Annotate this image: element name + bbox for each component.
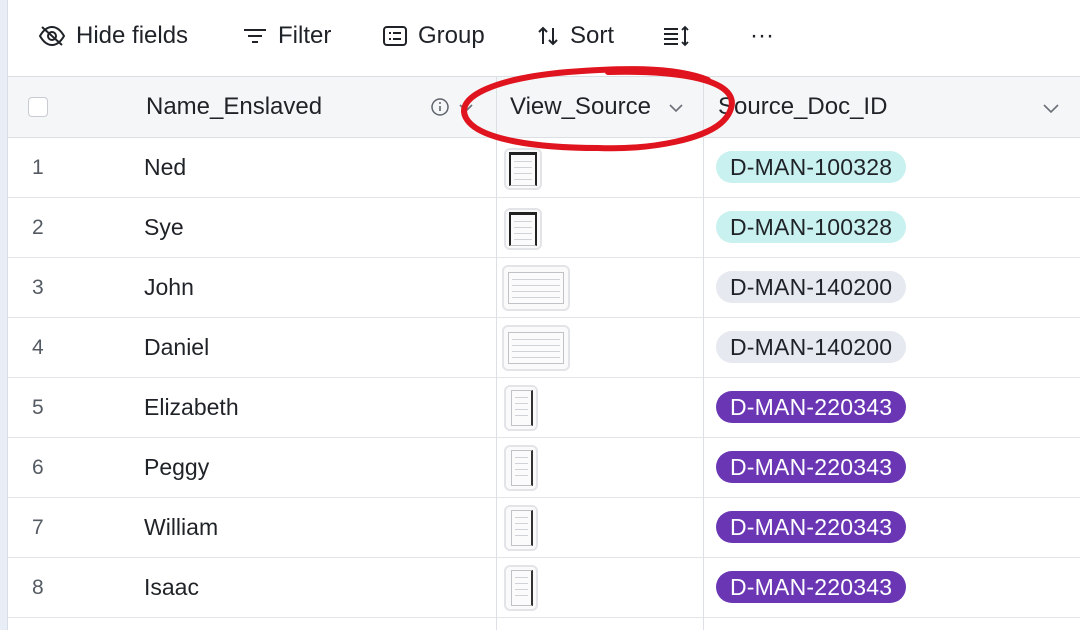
group-button[interactable]: Group [382, 18, 485, 54]
name-enslaved-cell[interactable]: William [144, 498, 218, 557]
sort-button[interactable]: Sort [536, 18, 614, 54]
eye-slash-icon [38, 25, 66, 47]
group-list-icon [382, 25, 408, 47]
filter-button[interactable]: Filter [242, 18, 331, 54]
more-options-label: ··· [750, 22, 774, 49]
table-row[interactable]: 7 William D-MAN-220343 [8, 498, 1080, 558]
source-doc-id-tag[interactable]: D-MAN-140200 [716, 271, 907, 303]
select-all-checkbox[interactable] [28, 97, 48, 117]
row-number: 1 [32, 155, 44, 179]
group-label: Group [418, 22, 485, 49]
name-enslaved-cell[interactable]: Ned [144, 138, 186, 197]
table-row[interactable]: 4 Daniel D-MAN-140200 [8, 318, 1080, 378]
row-number: 8 [32, 575, 44, 599]
sort-label: Sort [570, 22, 615, 49]
source-doc-id-tag[interactable]: D-MAN-100328 [716, 211, 907, 243]
source-thumbnail[interactable] [502, 265, 570, 311]
grid-header: Name_Enslaved View_Source Source_Doc_ID [8, 76, 1080, 138]
table-row[interactable]: 6 Peggy D-MAN-220343 [8, 438, 1080, 498]
row-height-button[interactable] [662, 18, 690, 54]
filter-lines-icon [242, 26, 268, 46]
source-thumbnail[interactable] [504, 385, 538, 431]
source-thumbnail[interactable] [504, 208, 542, 250]
table-row[interactable]: 2 Sye D-MAN-100328 [8, 198, 1080, 258]
source-doc-id-tag[interactable]: D-MAN-220343 [716, 511, 907, 543]
hide-fields-label: Hide fields [76, 22, 189, 49]
table-row[interactable]: 5 Elizabeth D-MAN-220343 [8, 378, 1080, 438]
source-thumbnail[interactable] [504, 445, 538, 491]
row-height-icon [662, 24, 690, 48]
chevron-down-icon[interactable] [668, 101, 684, 119]
name-enslaved-cell[interactable]: Elizabeth [144, 378, 239, 437]
info-icon[interactable] [430, 97, 450, 122]
column-divider [496, 76, 497, 630]
source-thumbnail[interactable] [504, 148, 542, 190]
more-options-button[interactable]: ··· [750, 18, 774, 54]
row-number: 6 [32, 455, 44, 479]
source-doc-id-tag[interactable]: D-MAN-220343 [716, 391, 907, 423]
column-header-name-enslaved[interactable]: Name_Enslaved [146, 77, 322, 137]
source-doc-id-tag[interactable]: D-MAN-140200 [716, 331, 907, 363]
table-row[interactable]: 8 Isaac D-MAN-220343 [8, 558, 1080, 618]
name-enslaved-cell[interactable]: John [144, 258, 194, 317]
chevron-down-icon[interactable] [458, 101, 474, 119]
row-number: 3 [32, 275, 44, 299]
name-enslaved-cell[interactable]: Daniel [144, 318, 209, 377]
source-doc-id-tag[interactable]: D-MAN-220343 [716, 571, 907, 603]
column-header-view-label: View_Source [510, 93, 651, 120]
source-doc-id-tag[interactable]: D-MAN-220343 [716, 451, 907, 483]
row-number: 7 [32, 515, 44, 539]
hide-fields-button[interactable]: Hide fields [38, 18, 188, 54]
table-row[interactable]: 3 John D-MAN-140200 [8, 258, 1080, 318]
name-enslaved-cell[interactable]: Peggy [144, 438, 209, 497]
column-divider [703, 76, 704, 630]
chevron-down-icon[interactable] [1042, 101, 1060, 119]
source-thumbnail[interactable] [502, 325, 570, 371]
column-header-name-label: Name_Enslaved [146, 93, 323, 120]
name-enslaved-cell[interactable]: Isaac [144, 558, 199, 617]
sort-arrows-icon [536, 24, 560, 48]
row-number: 4 [32, 335, 44, 359]
column-header-source-doc-id[interactable]: Source_Doc_ID [718, 77, 887, 137]
table-row[interactable]: 1 Ned D-MAN-100328 [8, 138, 1080, 198]
source-doc-id-tag[interactable]: D-MAN-100328 [716, 151, 907, 183]
filter-label: Filter [278, 22, 332, 49]
source-thumbnail[interactable] [504, 505, 538, 551]
row-number: 2 [32, 215, 44, 239]
row-number: 5 [32, 395, 44, 419]
left-rail [0, 0, 8, 630]
view-toolbar: Hide fields Filter Group Sort ··· [8, 0, 1080, 76]
column-header-view-source[interactable]: View_Source [510, 77, 651, 137]
column-header-source-label: Source_Doc_ID [718, 93, 888, 120]
name-enslaved-cell[interactable]: Sye [144, 198, 184, 257]
source-thumbnail[interactable] [504, 565, 538, 611]
